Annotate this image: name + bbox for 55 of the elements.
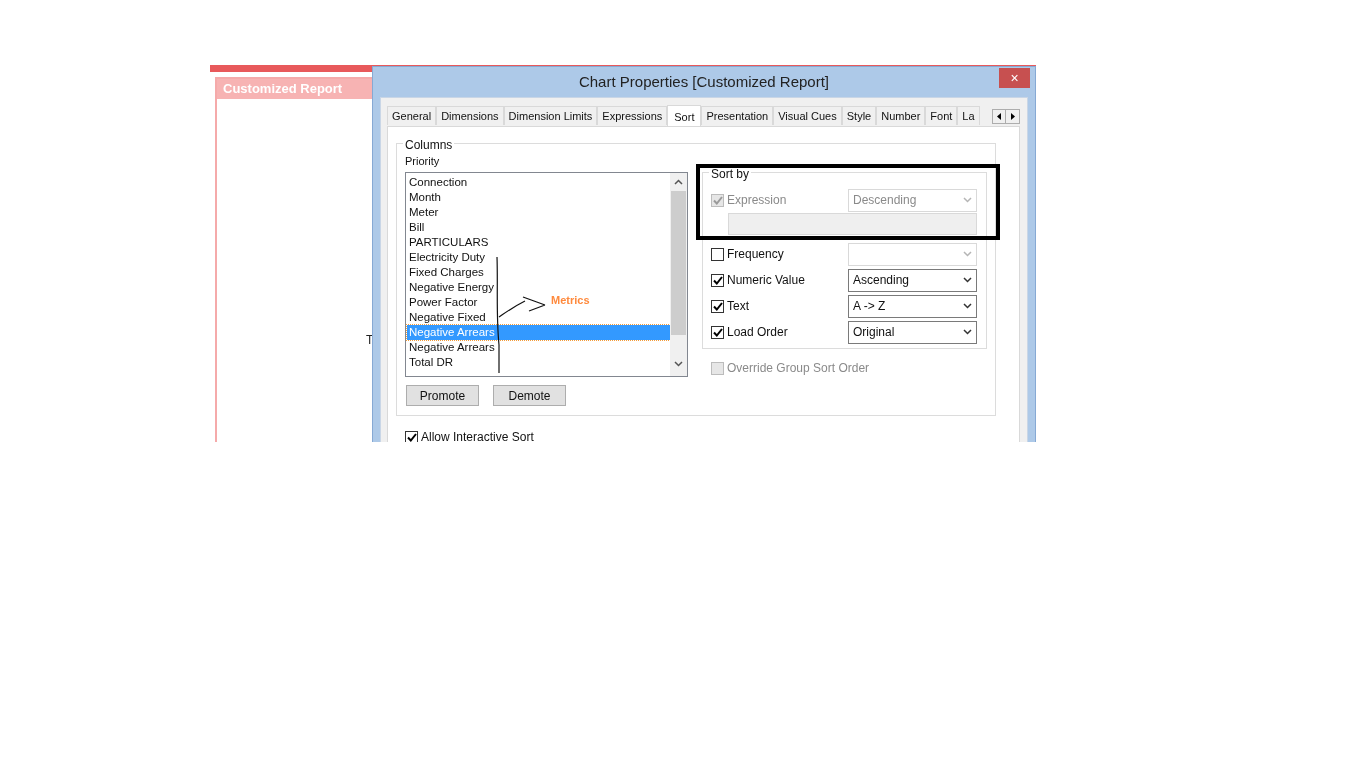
scroll-left-icon[interactable]: [992, 109, 1006, 124]
tab[interactable]: Dimension Limits: [503, 106, 598, 125]
scroll-up-icon[interactable]: [674, 179, 683, 185]
checkbox-label: Numeric Value: [727, 272, 805, 289]
dropdown[interactable]: A -> Z: [848, 294, 977, 318]
checkbox[interactable]: [711, 273, 724, 287]
list-item[interactable]: Month: [407, 190, 442, 205]
list-item[interactable]: Negative Arrears: [407, 340, 496, 355]
caret-icon: [963, 303, 972, 309]
checkbox[interactable]: [405, 430, 418, 442]
tab[interactable]: Visual Cues: [773, 106, 842, 125]
tab[interactable]: Font: [925, 106, 958, 125]
list-item[interactable]: Meter: [407, 205, 440, 220]
list-item[interactable]: Total DR: [407, 355, 455, 370]
tab[interactable]: Sort: [667, 105, 702, 126]
checkbox[interactable]: [711, 299, 724, 313]
checkbox-label: Text: [727, 298, 749, 315]
list-item[interactable]: Fixed Charges: [407, 265, 485, 280]
list-item[interactable]: Connection: [407, 175, 469, 190]
dropdown[interactable]: Ascending: [848, 268, 977, 292]
list-item[interactable]: Electricity Duty: [407, 250, 487, 265]
tab[interactable]: Number: [876, 106, 926, 125]
tab[interactable]: Presentation: [701, 106, 774, 125]
checkbox[interactable]: [711, 325, 724, 339]
checkbox-label: Expression: [727, 192, 787, 209]
dropdown[interactable]: Original: [848, 320, 977, 344]
checkbox-label: Allow Interactive Sort: [421, 429, 534, 442]
action-button[interactable]: Promote: [406, 385, 479, 406]
tab[interactable]: General: [387, 106, 437, 125]
scroll-right-icon[interactable]: [1006, 109, 1020, 124]
close-button[interactable]: ×: [999, 68, 1030, 88]
checkbox-label: Override Group Sort Order: [727, 360, 870, 377]
checkbox-label: Load Order: [727, 324, 788, 341]
list-item[interactable]: PARTICULARS: [407, 235, 490, 250]
caret-icon: [963, 251, 972, 257]
scroll-down-icon[interactable]: [674, 361, 683, 367]
checkbox[interactable]: [711, 247, 724, 261]
list-item[interactable]: Bill: [407, 220, 426, 235]
tab[interactable]: Expressions: [597, 106, 668, 125]
window-title: Chart Properties [Customized Report]: [578, 71, 830, 92]
list-item[interactable]: Negative Energy: [407, 280, 496, 295]
list-item[interactable]: Power Factor: [407, 295, 479, 310]
tab[interactable]: Style: [841, 106, 877, 125]
scrollbar-thumb[interactable]: [671, 191, 686, 335]
checkbox-label: Frequency: [727, 246, 784, 263]
tab[interactable]: Dimensions: [436, 106, 504, 125]
tab[interactable]: La: [957, 106, 980, 125]
caret-icon: [963, 277, 972, 283]
priority-label: Priority: [405, 154, 441, 169]
list-item[interactable]: Negative Fixed: [407, 310, 487, 325]
caret-icon: [963, 329, 972, 335]
scrollbar[interactable]: [670, 173, 687, 376]
annotation-label: Metrics: [551, 293, 590, 308]
action-button[interactable]: Demote: [493, 385, 566, 406]
caret-icon: [963, 197, 972, 203]
